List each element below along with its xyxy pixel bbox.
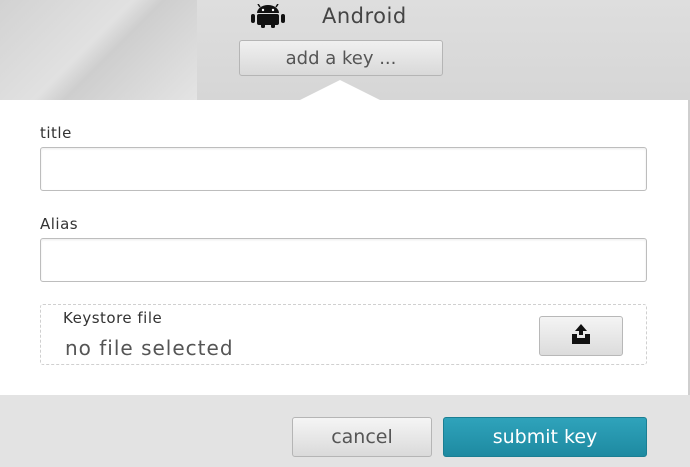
- platform-name: Android: [322, 4, 407, 28]
- form-footer: cancel submit key: [0, 395, 690, 467]
- title-input[interactable]: [40, 147, 647, 191]
- submit-key-button[interactable]: submit key: [443, 417, 647, 457]
- platform-row: Android: [248, 2, 407, 30]
- add-key-page: Android add a key ... title Alias Keysto…: [0, 0, 690, 467]
- upload-file-button[interactable]: [539, 316, 623, 356]
- android-icon: [248, 4, 290, 28]
- upload-icon: [570, 323, 592, 349]
- cancel-button[interactable]: cancel: [292, 417, 432, 457]
- add-key-button[interactable]: add a key ...: [239, 40, 443, 76]
- alias-label: Alias: [40, 215, 79, 233]
- title-label: title: [40, 124, 72, 142]
- header-left-panel: [0, 0, 197, 100]
- popover-pointer: [300, 80, 380, 100]
- alias-input[interactable]: [40, 238, 647, 282]
- keystore-file-status: no file selected: [65, 336, 234, 360]
- add-key-form: title Alias Keystore file no file select…: [0, 100, 690, 395]
- keystore-file-box: Keystore file no file selected: [40, 304, 647, 365]
- keystore-file-label: Keystore file: [63, 309, 163, 327]
